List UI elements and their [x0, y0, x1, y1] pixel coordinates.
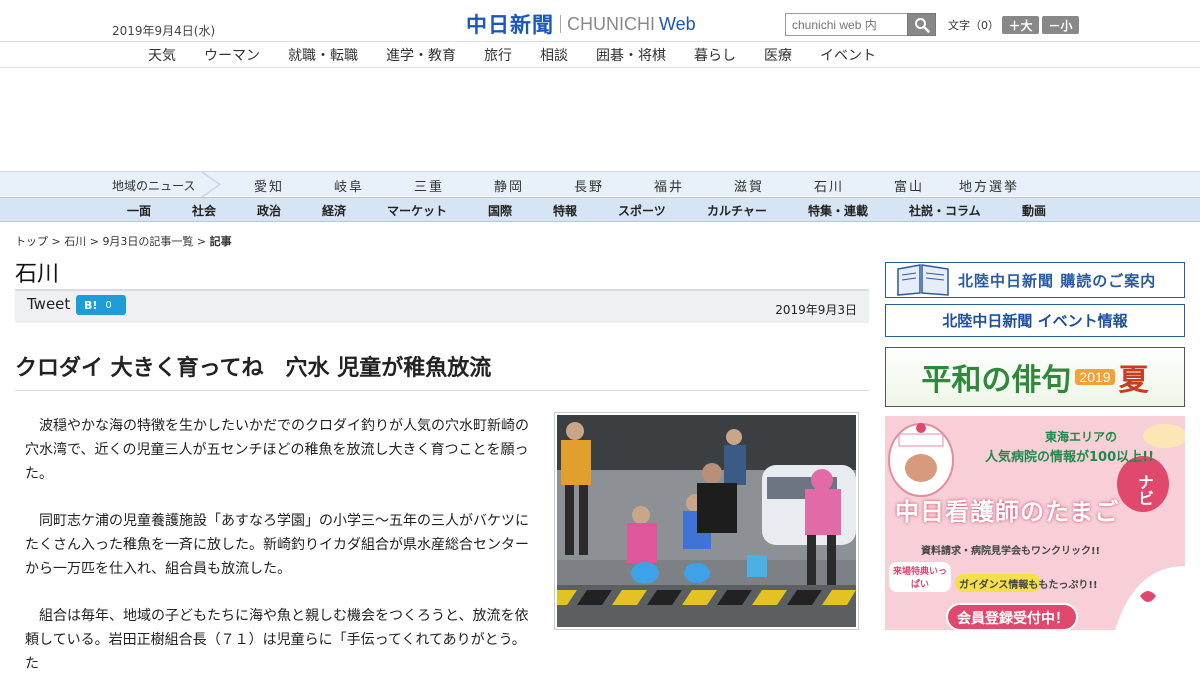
article-paragraph: 組合は毎年、地域の子どもたちに海や魚と親しむ機会をつくろうと、放流を依頼している…	[25, 608, 529, 672]
section-culture[interactable]: カルチャー	[707, 202, 767, 219]
peace-haiku-year: 2019	[1075, 369, 1115, 385]
subscribe-banner[interactable]: 北陸中日新聞 購読のご案内	[885, 262, 1185, 298]
topnav-weather[interactable]: 天気	[148, 45, 176, 65]
article-paragraph: 波穏やかな海の特徴を生かしたいかだでのクロダイ釣りが人気の穴水町新崎の穴水湾で、…	[25, 418, 529, 482]
hatena-bookmark-button[interactable]: B! 0	[76, 295, 126, 315]
breadcrumb-list[interactable]: 9月3日の記事一覧	[102, 235, 193, 248]
tweet-button[interactable]: Tweet	[27, 295, 70, 313]
nurse-banner-badge: 来場特典いっぱい	[889, 562, 951, 592]
search-button[interactable]	[907, 13, 936, 36]
topnav-living[interactable]: 暮らし	[694, 45, 736, 65]
search-input[interactable]	[785, 13, 908, 36]
font-larger-button[interactable]: ＋大	[1002, 16, 1039, 34]
peace-haiku-banner[interactable]: 平和の俳句 2019 夏	[885, 347, 1185, 407]
hatena-bookmark-count: 0	[105, 299, 112, 311]
section-front[interactable]: 一面	[127, 202, 151, 219]
top-nav: 天気 ウーマン 就職・転職 進学・教育 旅行 相談 囲碁・将棋 暮らし 医療 イ…	[0, 42, 1200, 68]
article-date: 2019年9月3日	[775, 303, 857, 317]
peace-haiku-season: 夏	[1118, 363, 1149, 398]
nurse-banner-lead2: 人気病院の情報が100以上!!	[985, 450, 1154, 465]
font-size-label: 文字（0）	[948, 19, 999, 32]
section-politics[interactable]: 政治	[257, 202, 281, 219]
section-video[interactable]: 動画	[1022, 202, 1046, 219]
nurse-banner-title: 中日看護師のたまご	[895, 498, 1120, 526]
section-nav: 一面 社会 政治 経済 マーケット 国際 特報 スポーツ カルチャー 特集・連載…	[0, 197, 1200, 222]
logo-divider	[560, 15, 561, 33]
nurse-navi-banner[interactable]: 東海エリアの 人気病院の情報が100以上!! 中日看護師のたまご ナビ 資料請求…	[885, 416, 1185, 630]
region-nagano[interactable]: 長野	[574, 176, 604, 195]
article-paragraph: 同町志ケ浦の児童養護施設「あすなろ学園」の小学三～五年の三人がバケツにたくさん入…	[25, 513, 529, 577]
subscribe-banner-text: 北陸中日新聞 購読のご案内	[958, 271, 1157, 290]
region-toyama[interactable]: 富山	[894, 176, 924, 195]
event-info-banner-text: 北陸中日新聞 イベント情報	[942, 312, 1128, 330]
section-features[interactable]: 特集・連載	[808, 202, 868, 219]
page-title: 石川	[15, 262, 60, 287]
breadcrumb-current: 記事	[209, 235, 232, 248]
region-gifu[interactable]: 岐阜	[334, 176, 364, 195]
search-icon	[914, 17, 930, 33]
region-mie[interactable]: 三重	[414, 176, 444, 195]
article-photo[interactable]	[554, 412, 859, 630]
region-elections[interactable]: 地方選挙	[959, 176, 1019, 195]
section-editorial[interactable]: 社説・コラム	[909, 202, 981, 219]
breadcrumb-top[interactable]: トップ	[15, 235, 48, 248]
topnav-education[interactable]: 進学・教育	[386, 45, 456, 65]
article-body: 波穏やかな海の特徴を生かしたいかだでのクロダイ釣りが人気の穴水町新崎の穴水湾で、…	[25, 414, 535, 699]
region-ishikawa[interactable]: 石川	[814, 176, 844, 195]
breadcrumb: トップ > 石川 > 9月3日の記事一覧 > 記事	[15, 235, 232, 248]
logo-web: Web	[659, 13, 696, 34]
register-now-button[interactable]: 会員登録受付中！	[957, 608, 1069, 628]
topnav-woman[interactable]: ウーマン	[204, 45, 260, 65]
hatena-bookmark-label: B!	[84, 298, 98, 312]
regional-nav-label: 地域のニュース	[112, 179, 196, 193]
logo-jp: 中日新聞	[466, 12, 554, 37]
section-special-report[interactable]: 特報	[553, 202, 577, 219]
nurse-banner-line2: ガイダンス情報ももたっぷり!!	[959, 580, 1098, 591]
section-economy[interactable]: 経済	[322, 202, 346, 219]
peace-haiku-title: 平和の俳句	[921, 363, 1072, 398]
topnav-medical[interactable]: 医療	[764, 45, 792, 65]
share-bar: Tweet B! 0 2019年9月3日	[15, 289, 869, 323]
font-smaller-button[interactable]: －小	[1042, 16, 1079, 34]
newspaper-icon	[897, 264, 949, 296]
section-sports[interactable]: スポーツ	[618, 202, 666, 219]
topnav-advice[interactable]: 相談	[540, 45, 568, 65]
region-shizuoka[interactable]: 静岡	[494, 176, 524, 195]
topnav-go-shogi[interactable]: 囲碁・将棋	[596, 45, 666, 65]
article-headline: クロダイ 大きく育ってね 穴水 児童が稚魚放流	[15, 356, 492, 381]
section-international[interactable]: 国際	[488, 202, 512, 219]
section-market[interactable]: マーケット	[387, 202, 447, 219]
photo-children-releasing-fish	[557, 415, 856, 627]
topnav-events[interactable]: イベント	[820, 45, 876, 65]
site-logo[interactable]: 中日新聞 CHUNICHI Web	[466, 9, 696, 39]
headline-divider	[15, 390, 869, 391]
topnav-travel[interactable]: 旅行	[484, 45, 512, 65]
logo-en: CHUNICHI	[567, 13, 655, 34]
breadcrumb-region[interactable]: 石川	[64, 235, 86, 248]
header-date: 2019年9月4日(水)	[112, 24, 216, 38]
ad-space	[0, 68, 1200, 171]
topnav-jobs[interactable]: 就職・転職	[288, 45, 358, 65]
region-shiga[interactable]: 滋賀	[734, 176, 764, 195]
section-society[interactable]: 社会	[192, 202, 216, 219]
event-info-banner[interactable]: 北陸中日新聞 イベント情報	[885, 304, 1185, 337]
nurse-banner-line1: 資料請求・病院見学会もワンクリック!!	[921, 546, 1101, 557]
nurse-banner-lead1: 東海エリアの	[1045, 430, 1118, 444]
nurse-banner-navi: ナビ	[1135, 474, 1154, 506]
region-aichi[interactable]: 愛知	[254, 176, 284, 195]
chevron-right-icon	[201, 172, 222, 197]
site-header: 2019年9月4日(水) 中日新聞 CHUNICHI Web 文字（0） ＋大 …	[0, 0, 1200, 42]
regional-nav: 地域のニュース 愛知 岐阜 三重 静岡 長野 福井 滋賀 石川 富山 地方選挙	[0, 171, 1200, 197]
region-fukui[interactable]: 福井	[654, 176, 684, 195]
